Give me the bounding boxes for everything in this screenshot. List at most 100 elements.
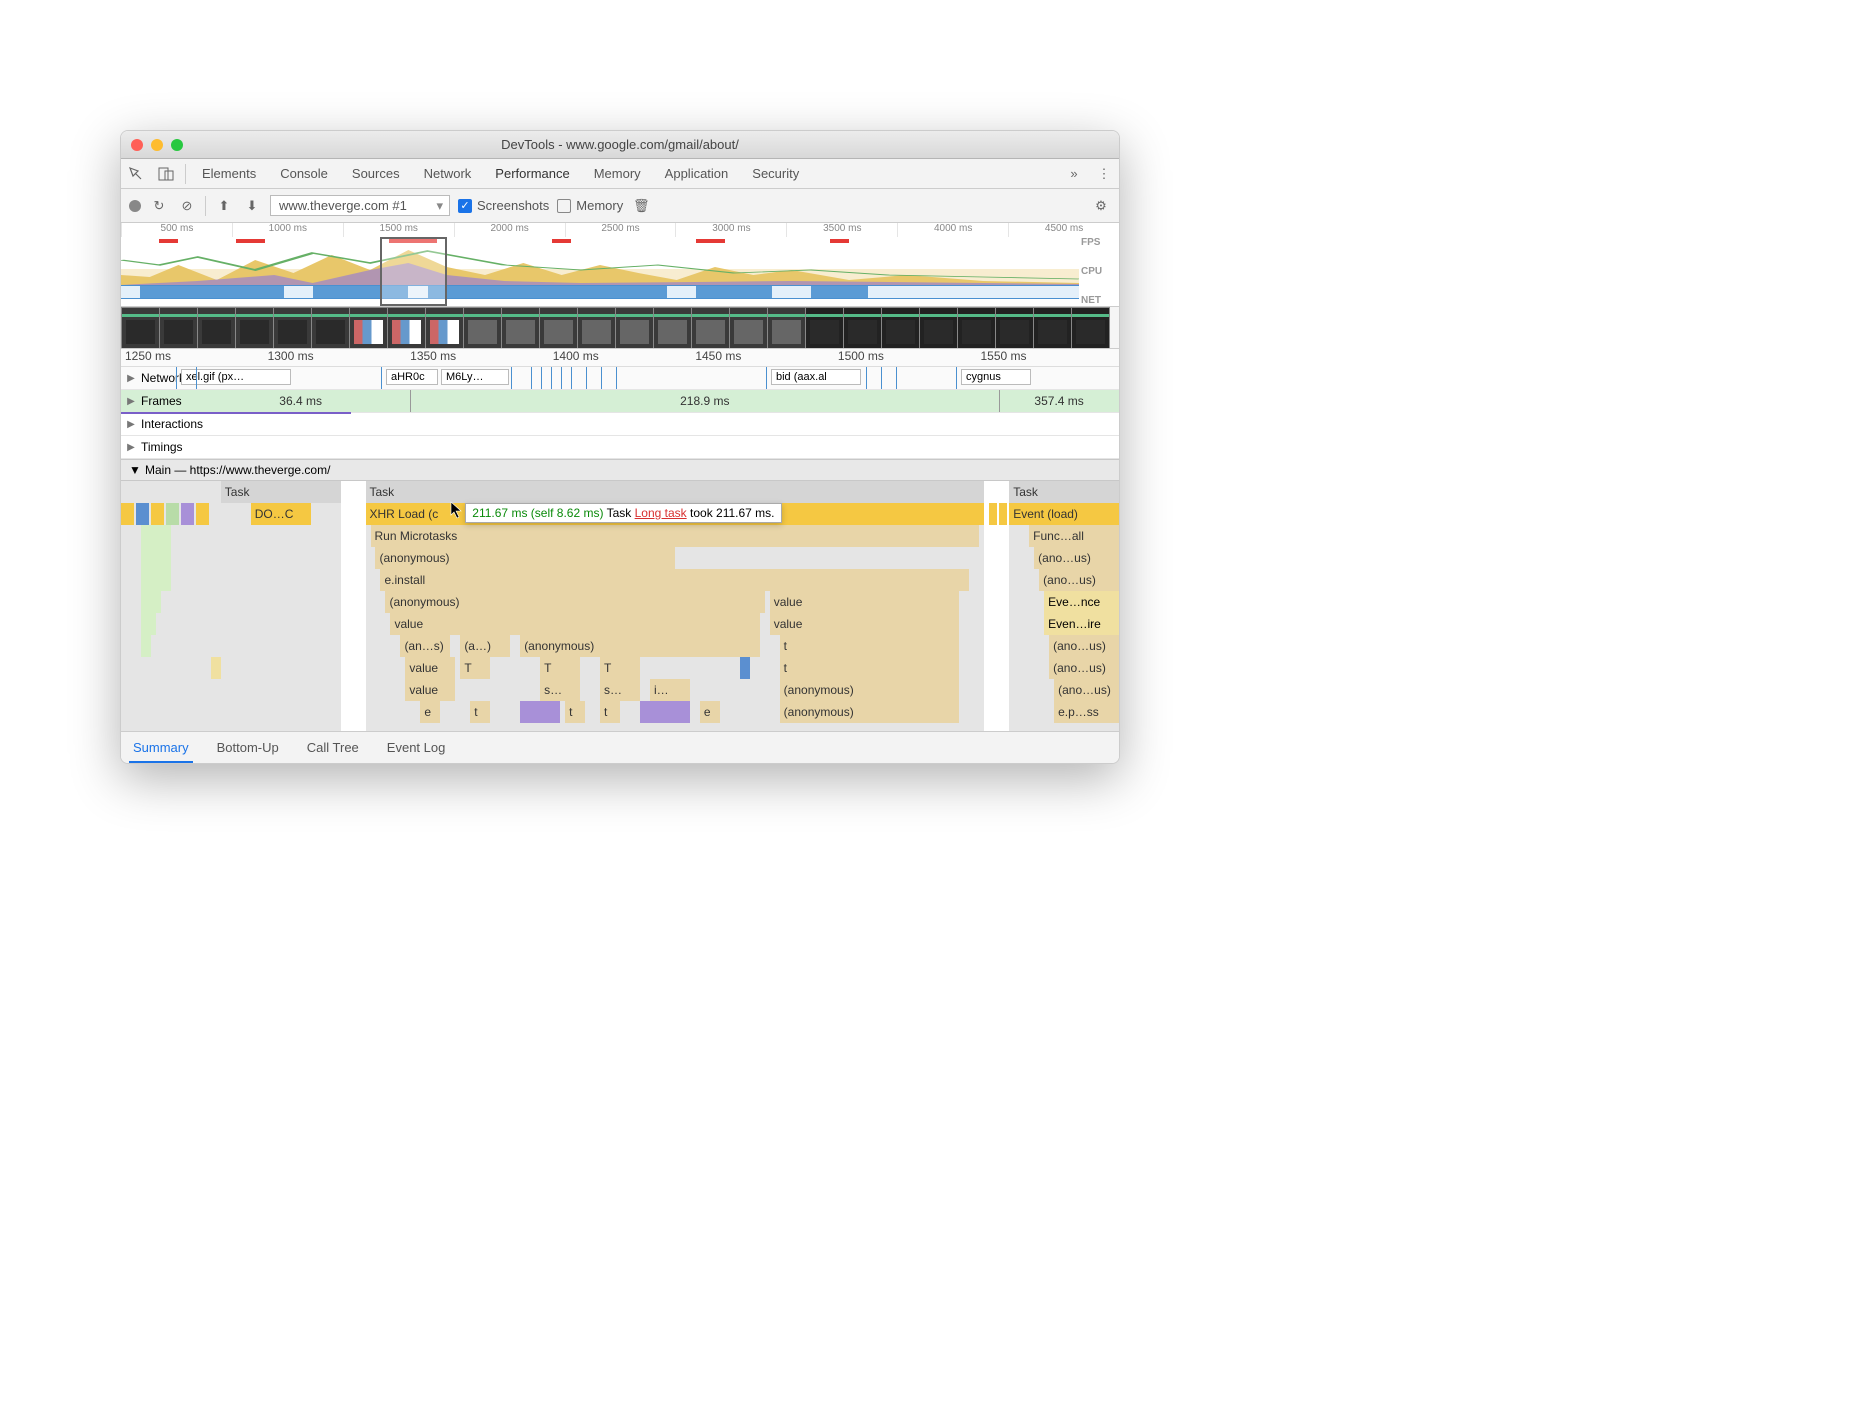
screenshot-thumb[interactable] [957, 307, 996, 349]
flame-entry[interactable]: value [390, 613, 759, 635]
flame-entry[interactable] [141, 635, 151, 657]
memory-checkbox[interactable]: Memory [557, 198, 623, 213]
flame-entry[interactable]: t [780, 635, 960, 657]
flame-entry[interactable]: (ano…us) [1049, 635, 1119, 657]
timings-track[interactable]: ▶ Timings [121, 436, 1119, 459]
screenshot-thumb[interactable] [615, 307, 654, 349]
flame-entry[interactable] [166, 503, 179, 525]
screenshots-filmstrip[interactable] [121, 307, 1119, 349]
flame-entry[interactable]: Even…ire [1044, 613, 1119, 635]
interactions-track[interactable]: ▶ Interactions [121, 413, 1119, 436]
flame-entry[interactable]: (ano…us) [1054, 679, 1119, 701]
flame-entry[interactable]: DO…C [251, 503, 311, 525]
flame-entry[interactable]: (anonymous) [780, 701, 960, 723]
flame-entry[interactable]: t [780, 657, 960, 679]
flame-entry[interactable]: Run Microtasks [371, 525, 980, 547]
screenshot-thumb[interactable] [311, 307, 350, 349]
tab-calltree[interactable]: Call Tree [303, 734, 363, 761]
screenshot-thumb[interactable] [919, 307, 958, 349]
screenshot-thumb[interactable] [235, 307, 274, 349]
flame-entry[interactable]: e.install [380, 569, 969, 591]
device-toggle-icon[interactable] [151, 167, 181, 181]
screenshot-thumb[interactable] [159, 307, 198, 349]
flame-entry[interactable]: value [405, 679, 455, 701]
flame-entry[interactable]: Func…all [1029, 525, 1119, 547]
disclosure-triangle-icon[interactable]: ▼ [125, 463, 145, 477]
screenshot-thumb[interactable] [767, 307, 806, 349]
network-item[interactable]: cygnus [961, 369, 1031, 385]
flame-entry[interactable] [740, 657, 750, 679]
flame-entry[interactable] [141, 547, 171, 569]
load-profile-icon[interactable]: ⬆ [214, 198, 234, 214]
flame-entry[interactable]: value [770, 613, 960, 635]
tab-eventlog[interactable]: Event Log [383, 734, 450, 761]
flame-entry[interactable]: (ano…us) [1039, 569, 1119, 591]
screenshot-thumb[interactable] [121, 307, 160, 349]
gear-icon[interactable]: ⚙ [1091, 198, 1111, 214]
flame-entry[interactable]: (ano…us) [1034, 547, 1119, 569]
tab-network[interactable]: Network [412, 159, 484, 189]
more-tabs-icon[interactable]: » [1059, 166, 1089, 181]
network-item[interactable]: xel.gif (px… [181, 369, 291, 385]
flame-entry[interactable] [141, 525, 171, 547]
flame-entry[interactable] [141, 613, 156, 635]
screenshots-checkbox[interactable]: ✓ Screenshots [458, 198, 549, 213]
flame-entry[interactable] [141, 591, 161, 613]
flame-entry[interactable]: (anonymous) [375, 547, 674, 569]
flame-entry[interactable]: e [420, 701, 440, 723]
flame-entry[interactable]: i… [650, 679, 690, 701]
flame-entry[interactable] [136, 503, 149, 525]
tab-console[interactable]: Console [268, 159, 340, 189]
flame-entry[interactable] [196, 503, 209, 525]
screenshot-thumb[interactable] [425, 307, 464, 349]
disclosure-triangle-icon[interactable]: ▶ [121, 442, 141, 453]
frames-track[interactable]: ▶ Frames 36.4 ms218.9 ms357.4 ms [121, 390, 1119, 413]
flame-entry[interactable] [151, 503, 164, 525]
screenshot-thumb[interactable] [805, 307, 844, 349]
flame-entry[interactable]: value [770, 591, 960, 613]
flame-entry[interactable]: (ano…us) [1049, 657, 1119, 679]
flame-entry[interactable] [211, 657, 221, 679]
clear-icon[interactable]: ⊘ [177, 198, 197, 214]
disclosure-triangle-icon[interactable]: ▶ [121, 419, 141, 430]
screenshot-thumb[interactable] [1033, 307, 1072, 349]
flame-entry[interactable]: t [565, 701, 585, 723]
screenshot-thumb[interactable] [691, 307, 730, 349]
frame-segment[interactable]: 218.9 ms [410, 390, 999, 412]
flame-entry[interactable] [520, 701, 560, 723]
flame-entry[interactable]: s… [540, 679, 580, 701]
screenshot-thumb[interactable] [197, 307, 236, 349]
network-item[interactable]: bid (aax.al [771, 369, 861, 385]
screenshot-thumb[interactable] [539, 307, 578, 349]
frame-segment[interactable]: 357.4 ms [999, 390, 1119, 412]
inspect-icon[interactable] [121, 167, 151, 181]
screenshot-thumb[interactable] [501, 307, 540, 349]
tab-performance[interactable]: Performance [483, 159, 581, 189]
flame-entry[interactable]: Task [1009, 481, 1119, 503]
main-thread-header[interactable]: ▼ Main — https://www.theverge.com/ [121, 459, 1119, 481]
network-item[interactable]: M6Ly… [441, 369, 509, 385]
flame-entry[interactable]: Task [221, 481, 341, 503]
flame-entry[interactable]: t [600, 701, 620, 723]
flame-entry[interactable] [999, 503, 1007, 525]
frame-segment[interactable]: 36.4 ms [191, 390, 411, 412]
flame-entry[interactable]: Eve…nce [1044, 591, 1119, 613]
flame-entry[interactable] [181, 503, 194, 525]
tab-memory[interactable]: Memory [582, 159, 653, 189]
flame-entry[interactable]: e [700, 701, 720, 723]
flame-entry[interactable]: T [540, 657, 580, 679]
tab-elements[interactable]: Elements [190, 159, 268, 189]
flame-entry[interactable]: (anonymous) [385, 591, 764, 613]
flame-entry[interactable]: s… [600, 679, 640, 701]
flame-entry[interactable] [640, 701, 690, 723]
tab-security[interactable]: Security [740, 159, 811, 189]
screenshot-thumb[interactable] [881, 307, 920, 349]
flame-entry[interactable] [989, 503, 997, 525]
screenshot-thumb[interactable] [463, 307, 502, 349]
overview-panel[interactable]: 500 ms1000 ms1500 ms2000 ms2500 ms3000 m… [121, 223, 1119, 307]
screenshot-thumb[interactable] [349, 307, 388, 349]
network-track[interactable]: ▶ Network xel.gif (px… aHR0c M6Ly… bid (… [121, 367, 1119, 390]
flame-entry[interactable]: value [405, 657, 455, 679]
kebab-menu-icon[interactable]: ⋮ [1089, 166, 1119, 182]
screenshot-thumb[interactable] [273, 307, 312, 349]
